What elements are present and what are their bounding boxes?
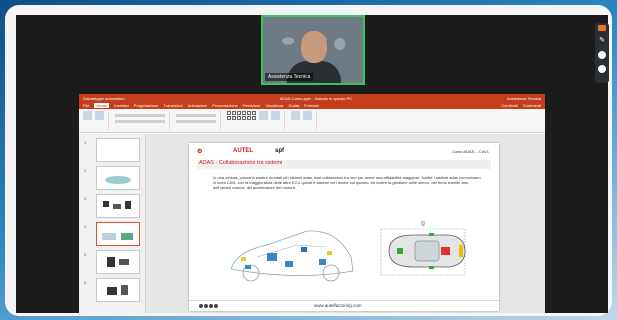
tab-view[interactable]: Visualizza	[265, 103, 283, 108]
paragraph-group	[176, 111, 221, 130]
tab-transitions[interactable]: Transizioni	[163, 103, 182, 108]
tab-design[interactable]: Progettazione	[134, 103, 159, 108]
participant-face	[301, 31, 327, 63]
ribbon-toolbar	[79, 109, 545, 133]
find-icon[interactable]	[291, 111, 300, 120]
thumb-number: 6	[84, 280, 87, 285]
parts-thumb-icon	[107, 257, 129, 267]
share-icon[interactable]	[598, 25, 606, 31]
font-group	[115, 111, 170, 130]
social-icons	[199, 304, 218, 308]
list-buttons[interactable]	[176, 120, 216, 123]
dictate-icon[interactable]	[303, 111, 312, 120]
slide-thumb-2[interactable]	[96, 166, 140, 190]
comments-button[interactable]: Commenti	[523, 103, 541, 108]
tab-format[interactable]: Formato	[304, 103, 319, 108]
slide-thumb-3[interactable]	[96, 194, 140, 218]
font-format-buttons[interactable]	[115, 120, 165, 123]
slide-thumb-6[interactable]	[96, 278, 140, 302]
new-slide-icon[interactable]	[95, 111, 104, 120]
tab-home[interactable]: Home	[94, 103, 110, 108]
participant-video[interactable]: Assistenza Tecnica	[261, 15, 365, 85]
account-name[interactable]: Assistenza Tecnica	[507, 96, 541, 101]
thumb-number: 4	[84, 224, 87, 229]
ribbon-tabs: File Home Inserisci Progettazione Transi…	[79, 102, 545, 109]
tab-help[interactable]: Guida	[288, 103, 299, 108]
car-topview-sensors-diagram	[380, 221, 466, 276]
powerpoint-window: Salvataggio automatico ADAS-Corso.pptx -…	[79, 94, 545, 313]
arrange-icon[interactable]	[259, 111, 268, 120]
slide-body-text: In una vettura, possono essere montati p…	[213, 175, 481, 190]
pen-icon[interactable]: ✎	[598, 37, 606, 45]
slide-thumb-5[interactable]	[96, 250, 140, 274]
tab-slideshow[interactable]: Presentazione	[212, 103, 238, 108]
thumb-number: 3	[84, 196, 87, 201]
autel-logo: AUTEL	[233, 148, 253, 154]
tab-insert[interactable]: Inserisci	[114, 103, 129, 108]
diagram-thumb-icon	[102, 233, 133, 240]
thumb-number: 2	[84, 168, 87, 173]
thumb-number: 5	[84, 252, 87, 257]
tab-review[interactable]: Revisione	[243, 103, 261, 108]
car-wireframe-illustration	[230, 230, 354, 282]
participant-name: Assistenza Tecnica	[265, 73, 314, 81]
autosave-label[interactable]: Salvataggio automatico	[83, 96, 125, 101]
font-name-select[interactable]	[115, 114, 165, 117]
paste-icon[interactable]	[83, 111, 92, 120]
slide-footer: www.autelfactoring.com	[189, 300, 499, 311]
camera-icon[interactable]	[598, 51, 606, 59]
tab-file[interactable]: File	[83, 103, 89, 108]
thumb-number: 1	[84, 140, 87, 145]
slide-title: ADAS · Collaborazione tra sistemi	[199, 160, 283, 166]
share-button[interactable]: Condividi	[501, 103, 517, 108]
slide-brand-mark-icon: ⚙	[197, 149, 203, 155]
clipboard-group	[83, 111, 109, 130]
alignment-buttons[interactable]	[176, 114, 216, 117]
settings-icon[interactable]	[598, 65, 606, 73]
car-thumb-icon	[105, 176, 131, 184]
footer-url: www.autelfactoring.com	[314, 303, 362, 308]
shapes-gallery[interactable]	[227, 111, 256, 120]
meeting-side-toolbar: ✎	[595, 23, 609, 83]
slide-thumbnails: 1 2 3 4 5 6	[79, 134, 146, 313]
ppt-titlebar: Salvataggio automatico ADAS-Corso.pptx -…	[79, 94, 545, 102]
drawing-group	[227, 111, 285, 130]
course-label: Corso ADAS – CAV1	[451, 149, 489, 154]
partner-logo: spf	[275, 148, 284, 154]
quick-styles-icon[interactable]	[271, 111, 280, 120]
sensors-thumb-icon	[103, 201, 131, 209]
slide-thumb-1[interactable]	[96, 138, 140, 162]
slide-thumb-4-selected[interactable]	[96, 222, 140, 246]
parts-thumb-icon	[107, 285, 128, 295]
document-title: ADAS-Corso.pptx - Salvato in questo PC	[279, 95, 353, 101]
editor-area: 1 2 3 4 5 6 ⚙ AUTEL spf Corso ADAS – CAV…	[79, 134, 545, 313]
tab-animations[interactable]: Animazioni	[188, 103, 208, 108]
current-slide[interactable]: ⚙ AUTEL spf Corso ADAS – CAV1 ADAS · Col…	[189, 143, 499, 311]
editing-group	[291, 111, 317, 130]
shared-screen: Assistenza Tecnica ✎ Salvataggio automat…	[16, 15, 609, 313]
